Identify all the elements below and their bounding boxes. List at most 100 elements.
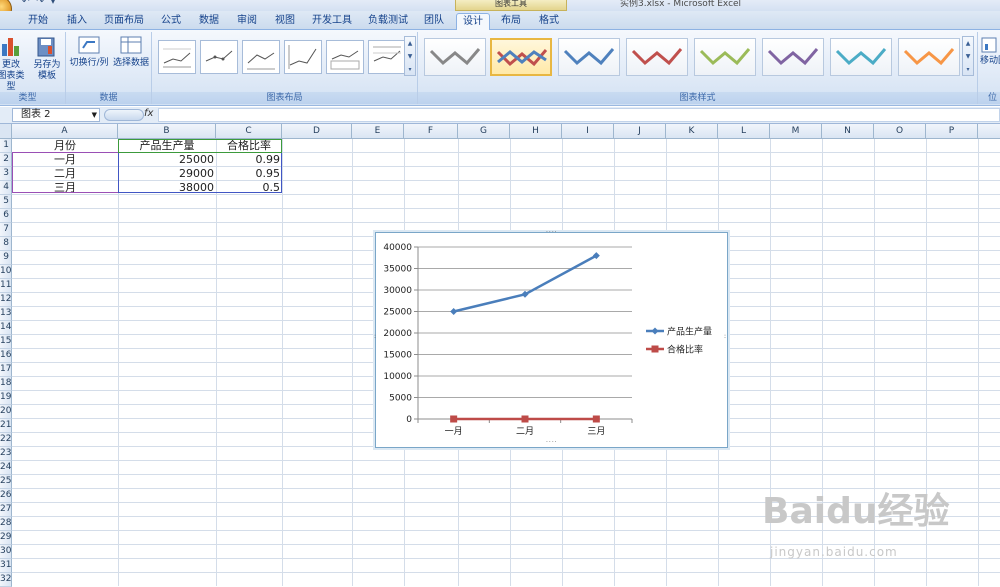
cell-c4[interactable]: 0.5: [216, 181, 282, 195]
row-header-4[interactable]: 4: [0, 181, 12, 195]
tab-insert[interactable]: 插入: [60, 13, 94, 30]
tab-data[interactable]: 数据: [192, 13, 226, 30]
switch-row-column-button[interactable]: 切换行/列: [68, 34, 110, 69]
column-header-c[interactable]: C: [216, 124, 282, 139]
row-header-29[interactable]: 29: [0, 531, 12, 545]
column-header-b[interactable]: B: [118, 124, 216, 139]
row-header-32[interactable]: 32: [0, 573, 12, 587]
row-header-24[interactable]: 24: [0, 461, 12, 475]
chart-layout-3[interactable]: [242, 40, 280, 74]
chart-layouts-scroll[interactable]: ▲▼▾: [404, 36, 416, 76]
chart-styles-scroll[interactable]: ▲▼▾: [962, 36, 974, 76]
row-header-27[interactable]: 27: [0, 503, 12, 517]
column-header-i[interactable]: I: [562, 124, 614, 139]
row-header-23[interactable]: 23: [0, 447, 12, 461]
chart-layout-4[interactable]: [284, 40, 322, 74]
row-header-21[interactable]: 21: [0, 419, 12, 433]
select-all-corner[interactable]: [0, 124, 12, 139]
row-header-14[interactable]: 14: [0, 321, 12, 335]
column-header-e[interactable]: E: [352, 124, 404, 139]
cell-b1[interactable]: 产品生产量: [118, 139, 216, 153]
row-header-2[interactable]: 2: [0, 153, 12, 167]
row-header-1[interactable]: 1: [0, 139, 12, 153]
formula-input[interactable]: [158, 108, 1000, 122]
row-header-15[interactable]: 15: [0, 335, 12, 349]
row-header-10[interactable]: 10: [0, 265, 12, 279]
cell-c3[interactable]: 0.95: [216, 167, 282, 181]
column-header-m[interactable]: M: [770, 124, 822, 139]
row-header-6[interactable]: 6: [0, 209, 12, 223]
chart-style-green[interactable]: [694, 38, 756, 76]
cell-b2[interactable]: 25000: [118, 153, 216, 167]
column-header-h[interactable]: H: [510, 124, 562, 139]
column-header-more[interactable]: [978, 124, 1000, 139]
row-header-5[interactable]: 5: [0, 195, 12, 209]
tab-format[interactable]: 格式: [532, 13, 566, 30]
tab-view[interactable]: 视图: [268, 13, 302, 30]
chart-style-gray[interactable]: [424, 38, 486, 76]
chart-layout-2[interactable]: [200, 40, 238, 74]
insert-function-icon[interactable]: fx: [144, 108, 153, 119]
tab-page-layout[interactable]: 页面布局: [98, 13, 150, 30]
column-header-f[interactable]: F: [404, 124, 458, 139]
column-header-o[interactable]: O: [874, 124, 926, 139]
cell-b3[interactable]: 29000: [118, 167, 216, 181]
cell-b4[interactable]: 38000: [118, 181, 216, 195]
tab-layout[interactable]: 布局: [494, 13, 528, 30]
select-data-button[interactable]: 选择数据: [112, 34, 150, 69]
cell-c1[interactable]: 合格比率: [216, 139, 282, 153]
column-header-g[interactable]: G: [458, 124, 510, 139]
row-header-8[interactable]: 8: [0, 237, 12, 251]
row-header-9[interactable]: 9: [0, 251, 12, 265]
embedded-line-chart[interactable]: ···· ···· : : 05000100001500020000250003…: [375, 232, 728, 448]
row-header-26[interactable]: 26: [0, 489, 12, 503]
row-header-13[interactable]: 13: [0, 307, 12, 321]
row-header-28[interactable]: 28: [0, 517, 12, 531]
row-header-12[interactable]: 12: [0, 293, 12, 307]
chart-style-red[interactable]: [626, 38, 688, 76]
change-chart-type-button[interactable]: 更改 图表类型: [0, 34, 26, 93]
move-chart-button[interactable]: 移动图: [980, 34, 1000, 67]
cell-a1[interactable]: 月份: [12, 139, 118, 153]
row-header-31[interactable]: 31: [0, 559, 12, 573]
chart-layout-6[interactable]: [368, 40, 406, 74]
tab-team[interactable]: 团队: [418, 13, 450, 30]
chart-style-orange[interactable]: [898, 38, 960, 76]
column-header-l[interactable]: L: [718, 124, 770, 139]
save-as-template-button[interactable]: 另存为 模板: [30, 34, 64, 82]
chart-style-blue[interactable]: [558, 38, 620, 76]
column-header-k[interactable]: K: [666, 124, 718, 139]
row-header-22[interactable]: 22: [0, 433, 12, 447]
row-header-18[interactable]: 18: [0, 377, 12, 391]
column-header-n[interactable]: N: [822, 124, 874, 139]
cell-a3[interactable]: 二月: [12, 167, 118, 181]
row-header-16[interactable]: 16: [0, 349, 12, 363]
column-header-d[interactable]: D: [282, 124, 352, 139]
tab-developer[interactable]: 开发工具: [306, 13, 358, 30]
row-header-30[interactable]: 30: [0, 545, 12, 559]
row-header-3[interactable]: 3: [0, 167, 12, 181]
column-header-p[interactable]: P: [926, 124, 978, 139]
cell-a2[interactable]: 一月: [12, 153, 118, 167]
row-header-11[interactable]: 11: [0, 279, 12, 293]
chart-layout-5[interactable]: [326, 40, 364, 74]
tab-review[interactable]: 审阅: [230, 13, 264, 30]
formula-controls[interactable]: [104, 109, 144, 121]
tab-formulas[interactable]: 公式: [154, 13, 188, 30]
tab-design[interactable]: 设计: [456, 13, 490, 30]
tab-load-test[interactable]: 负载测试: [362, 13, 414, 30]
cell-a4[interactable]: 三月: [12, 181, 118, 195]
cell-c2[interactable]: 0.99: [216, 153, 282, 167]
row-header-25[interactable]: 25: [0, 475, 12, 489]
row-header-17[interactable]: 17: [0, 363, 12, 377]
chart-style-purple[interactable]: [762, 38, 824, 76]
tab-home[interactable]: 开始: [20, 13, 56, 30]
chart-style-colorful[interactable]: [490, 38, 552, 76]
row-header-19[interactable]: 19: [0, 391, 12, 405]
name-box[interactable]: 图表 2 ▼: [12, 108, 100, 122]
chart-layout-1[interactable]: [158, 40, 196, 74]
chart-style-aqua[interactable]: [830, 38, 892, 76]
quick-access-toolbar[interactable]: ↶ ↷ ▾: [22, 0, 57, 7]
row-header-7[interactable]: 7: [0, 223, 12, 237]
column-header-a[interactable]: A: [12, 124, 118, 139]
